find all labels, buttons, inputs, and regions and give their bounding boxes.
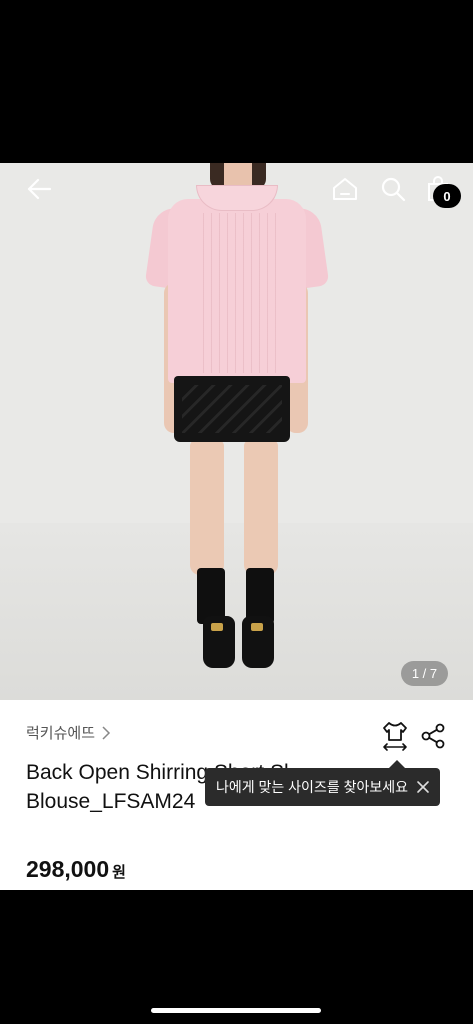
back-button[interactable]	[22, 172, 56, 206]
tooltip-text: 나에게 맞는 사이즈를 찾아보세요	[216, 779, 408, 795]
search-button[interactable]	[376, 172, 410, 206]
right-shoe-buckle	[251, 623, 263, 631]
price-value: 298,000	[26, 856, 110, 882]
search-icon	[381, 177, 406, 202]
image-counter: 1 / 7	[401, 661, 448, 686]
home-indicator	[151, 1008, 321, 1013]
brand-link[interactable]: 럭키슈에뜨	[26, 722, 111, 743]
model-left-leg	[190, 440, 224, 575]
blouse-shirring	[196, 213, 278, 373]
arrow-left-icon	[27, 178, 52, 200]
price-row: 298,000 원	[26, 856, 126, 883]
cart-count-badge: 0	[433, 184, 461, 208]
home-button[interactable]	[328, 172, 362, 206]
chevron-right-icon	[102, 725, 111, 740]
skirt-texture	[182, 385, 282, 433]
product-image-gallery[interactable]	[0, 163, 473, 700]
share-icon[interactable]	[420, 722, 446, 750]
home-icon	[333, 178, 357, 200]
size-recommendation-tooltip[interactable]: 나에게 맞는 사이즈를 찾아보세요	[205, 768, 440, 806]
app-screen: 0 1 / 7 럭키슈에뜨 Back Open Shirring Short S…	[0, 0, 473, 1024]
tooltip-arrow	[389, 760, 405, 768]
close-icon[interactable]	[415, 779, 431, 795]
blouse-collar	[196, 185, 278, 211]
price-currency: 원	[112, 864, 126, 881]
model-right-leg	[244, 440, 278, 575]
brand-name: 럭키슈에뜨	[26, 725, 96, 742]
shirt-size-icon[interactable]	[380, 720, 410, 752]
left-shoe-buckle	[211, 623, 223, 631]
